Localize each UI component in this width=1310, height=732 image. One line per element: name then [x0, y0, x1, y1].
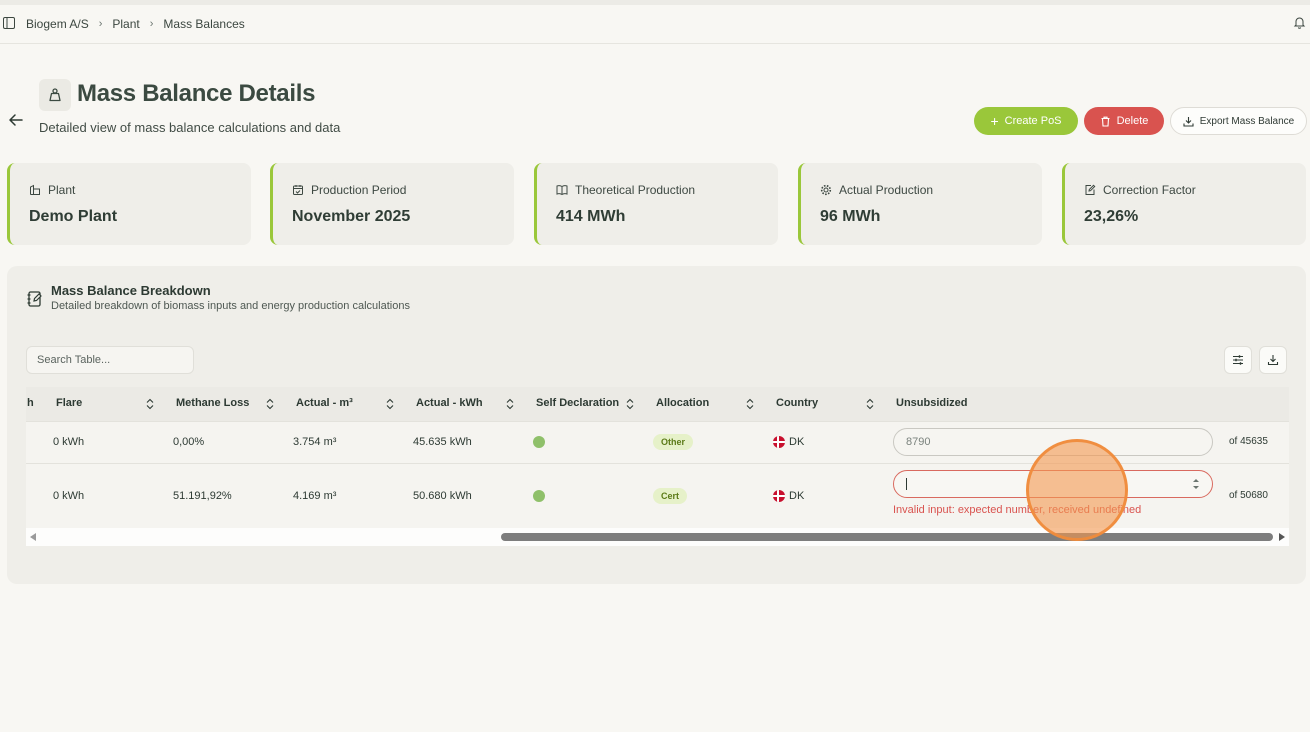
unsubsidized-value: 8790	[906, 436, 931, 448]
cell-actual-m3: 4.169 m³	[293, 490, 337, 502]
stat-value: November 2025	[292, 208, 411, 225]
mass-balance-breakdown-panel: Mass Balance Breakdown Detailed breakdow…	[7, 266, 1306, 584]
cell-actual-kwh: 50.680 kWh	[413, 490, 472, 502]
sort-icon[interactable]	[625, 398, 635, 410]
chevron-right-icon: ›	[98, 18, 103, 30]
download-icon	[1183, 116, 1194, 127]
notebook-icon	[27, 291, 42, 307]
breadcrumb-company[interactable]: Biogem A/S	[26, 17, 89, 31]
cell-country: DK	[789, 490, 805, 502]
delete-button[interactable]: Delete	[1084, 107, 1164, 135]
gear-icon	[820, 184, 832, 196]
sidebar-toggle-icon[interactable]	[3, 17, 15, 29]
building-icon	[30, 184, 40, 195]
scroll-left-arrow-icon[interactable]	[30, 533, 36, 541]
stat-value: 23,26%	[1084, 208, 1139, 225]
stat-label: Production Period	[311, 183, 407, 197]
number-stepper-icon[interactable]	[1192, 477, 1200, 491]
search-input[interactable]	[26, 346, 194, 374]
sort-icon[interactable]	[145, 398, 155, 410]
sort-icon[interactable]	[865, 398, 875, 410]
allocation-badge: Other	[653, 434, 694, 450]
delete-label: Delete	[1116, 115, 1149, 127]
sort-icon[interactable]	[505, 398, 515, 410]
cell-actual-kwh: 45.635 kWh	[413, 436, 472, 448]
column-header: h	[27, 397, 34, 409]
breadcrumb: Biogem A/S › Plant › Mass Balances	[26, 17, 245, 31]
breadcrumb-mass-balances[interactable]: Mass Balances	[163, 17, 244, 31]
denmark-flag-icon	[773, 490, 785, 502]
scrollbar-thumb[interactable]	[501, 533, 1273, 541]
bell-icon[interactable]	[1293, 16, 1306, 29]
stat-value: 414 MWh	[556, 208, 626, 225]
cell-methane-loss: 0,00%	[173, 436, 205, 448]
of-total-text: of 50680	[1229, 490, 1268, 501]
trash-icon	[1101, 116, 1110, 127]
breadcrumb-plant[interactable]: Plant	[112, 17, 139, 31]
allocation-badge: Cert	[653, 488, 688, 504]
sort-icon[interactable]	[385, 398, 395, 410]
column-header-flare[interactable]: Flare	[56, 397, 82, 409]
export-label: Export Mass Balance	[1199, 115, 1295, 127]
scroll-right-arrow-icon[interactable]	[1279, 533, 1285, 541]
cell-flare: 0 kWh	[53, 490, 85, 502]
column-header-methane-loss[interactable]: Methane Loss	[176, 397, 249, 409]
column-header-country[interactable]: Country	[776, 397, 818, 409]
denmark-flag-icon	[773, 436, 785, 448]
sort-icon[interactable]	[745, 398, 755, 410]
scale-icon	[39, 79, 71, 111]
export-mass-balance-button[interactable]: Export Mass Balance	[1170, 107, 1307, 135]
calendar-icon	[293, 185, 303, 195]
panel-subtitle: Detailed breakdown of biomass inputs and…	[51, 300, 410, 312]
sliders-icon	[1233, 355, 1243, 365]
download-icon	[1267, 355, 1279, 366]
cell-actual-m3: 3.754 m³	[293, 436, 337, 448]
chevron-right-icon: ›	[149, 18, 154, 30]
text-caret	[906, 478, 907, 490]
cell-flare: 0 kWh	[53, 436, 85, 448]
download-table-button[interactable]	[1259, 346, 1287, 374]
table-header: h Flare Methane Loss Actual - m³ Actual …	[26, 387, 1289, 421]
stat-value: 96 MWh	[820, 208, 881, 225]
check-circle-icon	[533, 490, 545, 502]
column-header-allocation[interactable]: Allocation	[656, 397, 709, 409]
stat-label: Correction Factor	[1103, 183, 1196, 197]
sort-icon[interactable]	[265, 398, 275, 410]
page-subtitle: Detailed view of mass balance calculatio…	[39, 120, 341, 135]
column-header-self-declaration[interactable]: Self Declaration	[536, 397, 619, 409]
column-header-actual-m3[interactable]: Actual - m³	[296, 397, 353, 409]
edit-icon	[1085, 184, 1096, 195]
book-icon	[556, 185, 568, 196]
stat-label: Theoretical Production	[575, 183, 696, 197]
check-circle-icon	[533, 436, 545, 448]
panel-title: Mass Balance Breakdown	[51, 283, 211, 298]
column-header-unsubsidized: Unsubsidized	[896, 397, 968, 409]
stat-label: Plant	[48, 183, 76, 197]
stat-card-theoretical-production: Theoretical Production 414 MWh	[534, 163, 778, 245]
cell-country: DK	[789, 436, 805, 448]
stat-label: Actual Production	[839, 183, 934, 197]
top-bar: Biogem A/S › Plant › Mass Balances	[0, 5, 1310, 44]
column-settings-button[interactable]	[1224, 346, 1252, 374]
stat-card-production-period: Production Period November 2025	[270, 163, 514, 245]
column-header-actual-kwh[interactable]: Actual - kWh	[416, 397, 483, 409]
back-arrow-icon[interactable]	[8, 112, 24, 128]
stat-card-plant: Plant Demo Plant	[7, 163, 251, 245]
click-indicator	[1026, 439, 1128, 541]
stat-card-actual-production: Actual Production 96 MWh	[798, 163, 1042, 245]
plus-icon: +	[990, 113, 999, 129]
cell-methane-loss: 51.191,92%	[173, 490, 232, 502]
of-total-text: of 45635	[1229, 436, 1268, 447]
stat-card-correction-factor: Correction Factor 23,26%	[1062, 163, 1306, 245]
page-title: Mass Balance Details	[77, 80, 316, 107]
stat-value: Demo Plant	[29, 208, 118, 225]
create-pos-label: Create PoS	[1004, 115, 1062, 127]
create-pos-button[interactable]: + Create PoS	[974, 107, 1078, 135]
